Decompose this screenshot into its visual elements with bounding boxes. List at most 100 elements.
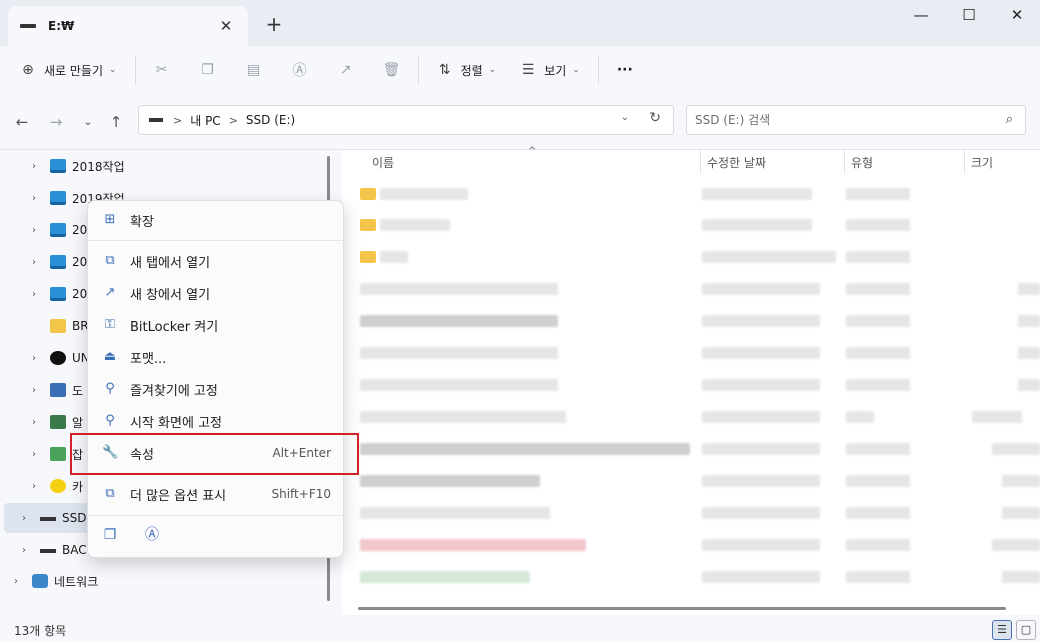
rename-button[interactable]: Ⓐ xyxy=(284,54,316,86)
monitor-icon xyxy=(50,255,66,269)
folder-icon xyxy=(360,188,376,200)
column-header-name[interactable]: 이름 xyxy=(372,154,394,171)
tab-close-button[interactable]: ✕ xyxy=(216,17,236,35)
pin-icon: ⚲ xyxy=(105,381,115,396)
sidebar-item-label: 20 xyxy=(72,223,88,237)
new-window-icon: ↗ xyxy=(104,285,116,300)
list-item[interactable] xyxy=(342,247,1040,267)
more-options-button[interactable]: ··· xyxy=(609,54,641,86)
copy-icon[interactable]: ❐ xyxy=(102,527,118,543)
expand-arrow-icon[interactable]: › xyxy=(26,225,42,236)
share-button[interactable]: ↗ xyxy=(330,54,362,86)
expand-arrow-icon[interactable]: › xyxy=(26,257,42,268)
list-item[interactable] xyxy=(342,184,1040,204)
sidebar-item[interactable]: › BAC xyxy=(16,535,87,565)
column-divider[interactable] xyxy=(964,150,965,174)
list-item[interactable] xyxy=(342,407,1040,427)
tab-active[interactable]: E:₩ ✕ xyxy=(8,6,248,46)
sidebar-item[interactable]: › 2018작업 xyxy=(26,151,125,181)
sort-button[interactable]: ⇅ 정렬 ⌄ xyxy=(429,54,505,86)
close-window-button[interactable]: ✕ xyxy=(994,4,1040,26)
highlight-box xyxy=(70,433,359,475)
new-tab-button[interactable]: + xyxy=(262,12,286,36)
sidebar-item[interactable]: › 카 xyxy=(26,471,83,501)
list-item[interactable] xyxy=(342,471,1040,491)
list-item[interactable] xyxy=(342,503,1040,523)
breadcrumb-separator: > xyxy=(173,113,183,127)
new-button[interactable]: ⊕ 새로 만들기 ⌄ xyxy=(12,54,125,86)
expand-arrow-icon[interactable]: › xyxy=(26,417,42,428)
trash-icon: 🗑 xyxy=(382,62,401,78)
sidebar-item[interactable]: › 20 xyxy=(26,215,87,245)
menu-item-expand[interactable]: ⊞ 확장 xyxy=(88,204,345,236)
address-bar[interactable]: > 내 PC > SSD (E:) ⌄ ↻ xyxy=(138,105,674,135)
sidebar-item[interactable]: › 20 xyxy=(26,279,87,309)
menu-item-open-new-window[interactable]: ↗ 새 창에서 열기 xyxy=(88,277,345,309)
network-icon xyxy=(32,574,48,588)
back-arrow-icon[interactable]: ← xyxy=(12,112,32,132)
view-button[interactable]: ☰ 보기 ⌄ xyxy=(512,54,588,86)
expand-arrow-icon[interactable]: › xyxy=(26,289,42,300)
sidebar-item[interactable]: BR xyxy=(26,311,89,341)
search-input[interactable]: SSD (E:) 검색 ⌕ xyxy=(686,105,1026,135)
recent-locations-icon[interactable]: ⌄ xyxy=(78,112,98,132)
list-item[interactable] xyxy=(342,215,1040,235)
forward-arrow-icon[interactable]: → xyxy=(46,112,66,132)
menu-item-pin-quick-access[interactable]: ⚲ 즐겨찾기에 고정 xyxy=(88,373,345,405)
column-header-modified[interactable]: 수정한 날짜 xyxy=(707,154,766,171)
list-item[interactable] xyxy=(342,439,1040,459)
address-row: ← → ⌄ ↑ > 내 PC > SSD (E:) ⌄ ↻ SSD (E:) 검… xyxy=(0,94,1040,150)
column-header-type[interactable]: 유형 xyxy=(851,154,873,171)
sidebar-item[interactable]: › 20 xyxy=(26,247,87,277)
list-item[interactable] xyxy=(342,279,1040,299)
expand-arrow-icon[interactable]: › xyxy=(16,513,32,524)
sidebar-item-ssd[interactable]: › SSD xyxy=(16,503,86,533)
expand-arrow-icon[interactable]: › xyxy=(26,449,42,460)
menu-item-bitlocker[interactable]: ⚿ BitLocker 켜기 xyxy=(88,309,345,341)
expand-arrow-icon[interactable]: › xyxy=(26,193,42,204)
expand-arrow-icon[interactable]: › xyxy=(8,576,24,587)
sidebar-item[interactable]: › UN xyxy=(26,343,90,373)
expand-arrow-icon[interactable]: › xyxy=(26,385,42,396)
sidebar-item-label: 네트워크 xyxy=(54,574,99,589)
refresh-icon[interactable]: ↻ xyxy=(649,110,661,126)
breadcrumb-ssd[interactable]: SSD (E:) xyxy=(246,113,295,127)
share-icon: ↗ xyxy=(339,62,352,78)
address-dropdown-icon[interactable]: ⌄ xyxy=(621,112,629,123)
menu-item-more-options[interactable]: ⧉ 더 많은 옵션 표시 Shift+F10 xyxy=(88,478,345,510)
menu-item-format[interactable]: ⏏ 포맷... xyxy=(88,341,345,373)
expand-arrow-icon[interactable]: › xyxy=(26,353,42,364)
column-divider[interactable] xyxy=(700,150,701,174)
list-item[interactable] xyxy=(342,375,1040,395)
file-list: ^ 이름 수정한 날짜 유형 크기 xyxy=(342,146,1040,615)
kakao-icon xyxy=(50,479,66,493)
maximize-button[interactable]: ☐ xyxy=(946,4,992,26)
expand-arrow-icon[interactable]: › xyxy=(26,481,42,492)
list-item[interactable] xyxy=(342,343,1040,363)
details-view-button[interactable]: ☰ xyxy=(992,620,1012,640)
up-arrow-icon[interactable]: ↑ xyxy=(106,112,126,132)
horizontal-scrollbar[interactable] xyxy=(358,607,1006,610)
sidebar-item-network[interactable]: › 네트워크 xyxy=(8,566,98,596)
expand-arrow-icon[interactable]: › xyxy=(16,545,32,556)
delete-button[interactable]: 🗑 xyxy=(376,54,408,86)
list-item[interactable] xyxy=(342,567,1040,587)
menu-item-open-new-tab[interactable]: ⧉ 새 탭에서 열기 xyxy=(88,245,345,277)
list-item[interactable] xyxy=(342,311,1040,331)
copy-button[interactable]: ❐ xyxy=(192,54,224,86)
copy-icon: ❐ xyxy=(201,62,214,78)
cut-button[interactable]: ✂ xyxy=(146,54,178,86)
sidebar-item[interactable]: › 도 xyxy=(26,375,83,405)
rename-icon[interactable]: Ⓐ xyxy=(144,527,160,543)
paste-button[interactable]: ▤ xyxy=(238,54,270,86)
list-item[interactable] xyxy=(342,535,1040,555)
drive-icon xyxy=(149,118,163,122)
column-header-size[interactable]: 크기 xyxy=(971,154,993,171)
expand-arrow-icon[interactable]: › xyxy=(26,161,42,172)
tiles-view-button[interactable]: ▢ xyxy=(1016,620,1036,640)
monitor-icon xyxy=(50,159,66,173)
breadcrumb-this-pc[interactable]: 내 PC xyxy=(190,112,220,129)
sidebar-item-label: 알 xyxy=(72,415,84,430)
minimize-button[interactable]: — xyxy=(898,4,944,26)
column-divider[interactable] xyxy=(844,150,845,174)
